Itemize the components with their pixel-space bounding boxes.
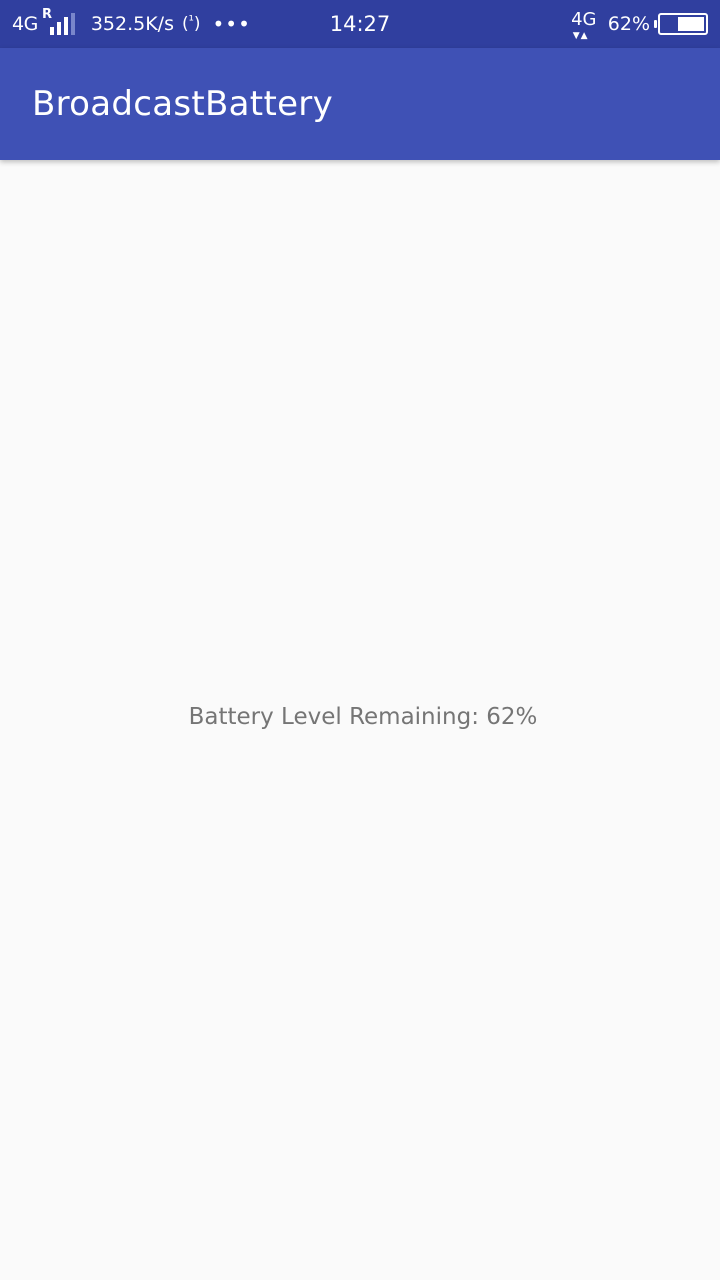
status-bar: 4G R 352.5K/s (¹) ••• 14:27 4G ▼▲ 62%: [0, 0, 720, 48]
battery-percent: 62%: [607, 13, 650, 35]
status-right: 4G ▼▲ 62%: [570, 0, 708, 48]
data-activity-icon: ▼▲: [572, 31, 589, 41]
main-content: Battery Level Remaining: 62%: [0, 160, 720, 1280]
app-bar: BroadcastBattery: [0, 48, 720, 160]
app-title: BroadcastBattery: [32, 84, 333, 124]
battery-level-text: Battery Level Remaining: 62%: [188, 704, 538, 730]
battery-fill: [678, 17, 704, 31]
battery-icon: [654, 13, 708, 35]
mobile-data-icon: 4G ▼▲: [570, 9, 598, 41]
data-type-label: 4G: [571, 9, 597, 30]
